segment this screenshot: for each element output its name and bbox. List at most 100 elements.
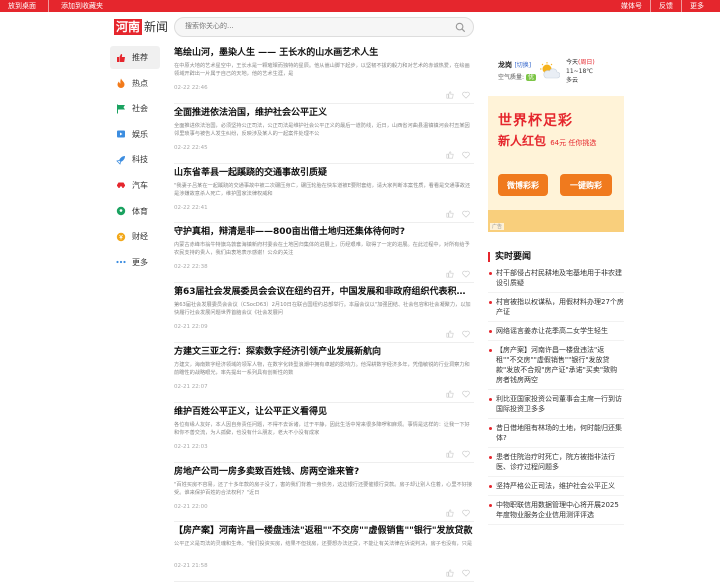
like-icon[interactable] xyxy=(446,450,454,458)
ad-subline: 新人红包 64元 任你挑选 xyxy=(498,132,596,149)
heart-icon[interactable] xyxy=(462,91,470,99)
nav-label: 社会 xyxy=(132,104,148,114)
realtime-news-panel: 实时要闻 村干部侵占村民耕地及宅基地用于非农建设引质疑 村官被指以权谋私，用假材料… xyxy=(488,252,624,529)
realtime-news-item[interactable]: 中物职联信用数据管理中心将开展2025年度物业服务企业信用测评评选 xyxy=(488,500,624,525)
site-logo[interactable]: 河南 新闻 xyxy=(114,19,168,35)
article-item[interactable]: 笔绘山河，墨染人生 —— 王长水的山水画艺术人生 在中原大地的艺术星空中，王长水是… xyxy=(174,44,474,104)
realtime-news-item[interactable]: 【房产案】河南许昌一楼盘违法"返租""不交房""虚假销售""银行"发放贷款"发放… xyxy=(488,345,624,390)
article-item[interactable]: 守护真相，辩清是非——800亩出借土地归还集体待何时? 内蒙古赤峰市翁牛特旗乌敦套… xyxy=(174,223,474,284)
article-item[interactable]: 维护百姓公平正义，让公平正义看得见 各位有缘人友好，本人因自身责任问题，不得不去诉… xyxy=(174,403,474,463)
like-icon[interactable] xyxy=(446,390,454,398)
heart-icon[interactable] xyxy=(462,210,470,219)
nav-label: 财经 xyxy=(132,232,148,242)
nav-item-society[interactable]: 社会 xyxy=(110,97,160,120)
media-account-link[interactable]: 媒体号 xyxy=(613,0,650,12)
film-icon xyxy=(116,129,126,139)
ad-button-weibo[interactable]: 微博彩彩 xyxy=(498,174,548,196)
article-summary: 内蒙古赤峰市翁牛特旗乌敦套海镇新府村委会在土地回归集体的进展上，历经艰难，取得了… xyxy=(174,242,470,257)
today-label: 今天 xyxy=(566,59,579,66)
more-link[interactable]: 更多 xyxy=(681,0,712,12)
article-item[interactable]: 山东省莘县一起蹊跷的交通事故引质疑 "我妻子吕某在一起蹊跷的交通事故中被二次碾压身… xyxy=(174,164,474,224)
article-item[interactable]: 【房产案】河南许昌一楼盘违法"返租""不交房""虚假销售""银行"发放贷款公平正… xyxy=(174,522,474,582)
heart-icon[interactable] xyxy=(462,330,470,338)
heart-icon[interactable] xyxy=(462,270,470,278)
ad-button-buy[interactable]: 一键购彩 xyxy=(560,174,612,196)
article-actions xyxy=(446,569,470,577)
car-icon xyxy=(116,180,126,190)
article-actions xyxy=(446,91,470,99)
top-bar-left: 放到桌面 添加到收藏夹 xyxy=(8,0,103,12)
article-summary: 全面推进依法治国，必须坚持公正司法，公正司法是维护社会公平正义的最后一道防线，近… xyxy=(174,122,470,137)
search-icon[interactable] xyxy=(455,22,466,33)
article-title[interactable]: 笔绘山河，墨染人生 —— 王长水的山水画艺术人生 xyxy=(174,47,474,59)
ad-tag: 广告 xyxy=(490,223,505,230)
heart-icon[interactable] xyxy=(462,450,470,458)
article-summary: "我妻子吕某在一起蹊跷的交通事故中被二次碾压身亡，碾压轮胎在快车道被E要附套结，… xyxy=(174,182,471,197)
article-title[interactable]: 【房产案】河南许昌一楼盘违法"返租""不交房""虚假销售""银行"发放贷款 xyxy=(174,525,474,537)
article-summary: "百姓买房不容易，还了十多年款的房子没了，害的我们背着一身债务，这边银行还要催银… xyxy=(174,481,473,496)
today-note: (周日) xyxy=(578,59,595,66)
article-title[interactable]: 方建文三亚之行：探索数字经济引领产业发展新航向 xyxy=(174,346,474,358)
realtime-news-item[interactable]: 网络谣言姜赤让花季高二女学生轻生 xyxy=(488,326,624,341)
article-title[interactable]: 全面推进依法治国，维护社会公平正义 xyxy=(174,107,474,119)
heart-icon[interactable] xyxy=(462,151,470,159)
realtime-news-item[interactable]: 村干部侵占村民耕地及宅基地用于非农建设引质疑 xyxy=(488,268,624,293)
like-icon[interactable] xyxy=(446,210,454,218)
city-switch-link[interactable]: [切换] xyxy=(514,62,531,69)
like-icon[interactable] xyxy=(446,91,454,99)
article-title[interactable]: 第63届社会发展委员会会议在纽约召开，中国发展和非政府组织代表积极参与 xyxy=(174,286,474,298)
article-date: 02-21 22:00 xyxy=(174,503,208,510)
like-icon[interactable] xyxy=(446,151,454,159)
sidebar: 龙岗 [切换] 空气质量: 优 今天(周日) 11~18℃ 多云 xyxy=(488,48,624,88)
nav-item-sports[interactable]: 体育 xyxy=(110,200,160,223)
ad-headline: 世界杯足彩 xyxy=(498,113,573,129)
add-to-favorites-link[interactable]: 添加到收藏夹 xyxy=(48,0,103,12)
article-title[interactable]: 山东省莘县一起蹊跷的交通事故引质疑 xyxy=(174,167,474,179)
realtime-news-item[interactable]: 利比亚国家投资公司董事会主席一行到访国际投资卫多多 xyxy=(488,394,624,419)
nav-item-finance[interactable]: 财经 xyxy=(110,225,160,248)
nav-label: 更多 xyxy=(132,257,148,267)
logo-text: 新闻 xyxy=(144,20,169,34)
search-box[interactable] xyxy=(174,17,474,37)
article-item[interactable]: 房地产公司一房多卖致百姓钱、房两空谁来管? "百姓买房不容易，还了十多年款的房子没… xyxy=(174,463,474,523)
logo-box: 河南 xyxy=(114,19,143,35)
flame-icon xyxy=(116,78,126,89)
article-item[interactable]: 方建文三亚之行：探索数字经济引领产业发展新航向 方建文，海南数字经济领域的领军人物… xyxy=(174,343,474,403)
article-item[interactable]: 第63届社会发展委员会会议在纽约召开，中国发展和非政府组织代表积极参与 第63届社… xyxy=(174,283,474,343)
article-title[interactable]: 守护真相，辩清是非——800亩出借土地归还集体待何时? xyxy=(174,226,474,238)
like-icon[interactable] xyxy=(446,569,454,577)
realtime-news-item[interactable]: 患者住院治疗时死亡，院方被指非法行医、诊疗过程问题多 xyxy=(488,452,624,477)
nav-item-auto[interactable]: 汽车 xyxy=(110,174,160,197)
ad-subline-small: 64元 任你挑选 xyxy=(550,139,597,147)
nav-item-more[interactable]: 更多 xyxy=(110,251,160,274)
article-date: 02-21 22:07 xyxy=(174,383,208,390)
article-item[interactable]: 全面推进依法治国，维护社会公平正义 全面推进依法治国，必须坚持公正司法，公正司法是… xyxy=(174,104,474,164)
article-title[interactable]: 房地产公司一房多卖致百姓钱、房两空谁来管? xyxy=(174,466,474,478)
realtime-news-item[interactable]: 村官被指以权谋私，用假材料办理27个房产证 xyxy=(488,297,624,322)
heart-icon[interactable] xyxy=(462,569,470,577)
category-nav: 推荐 热点 社会 娱乐 科技 汽车 体育 财经 更多 xyxy=(110,46,160,276)
like-icon[interactable] xyxy=(446,330,454,338)
realtime-news-list: 村干部侵占村民耕地及宅基地用于非农建设引质疑 村官被指以权谋私，用假材料办理27个… xyxy=(488,268,624,525)
nav-item-entertainment[interactable]: 娱乐 xyxy=(110,123,160,146)
more-dots-icon xyxy=(116,257,126,267)
realtime-news-item[interactable]: 坚持严格公正司法，维护社会公平正义 xyxy=(488,481,624,496)
nav-item-hot[interactable]: 热点 xyxy=(110,72,160,95)
search-input[interactable] xyxy=(185,22,445,30)
feedback-link[interactable]: 反馈 xyxy=(650,0,681,12)
nav-item-recommend[interactable]: 推荐 xyxy=(110,46,160,69)
weather-temp: 11~18℃ xyxy=(566,68,594,75)
article-actions xyxy=(446,390,470,398)
heart-icon[interactable] xyxy=(462,509,470,518)
article-actions xyxy=(446,270,470,278)
add-to-desktop-link[interactable]: 放到桌面 xyxy=(8,0,36,12)
article-summary: 公平正义是司法的灵魂和生命。"我们投资买房，结果不但找房，还要想办法还贷，不能让… xyxy=(174,541,473,548)
lottery-ad-banner[interactable]: 世界杯足彩 新人红包 64元 任你挑选 微博彩彩 一键购彩 广告 xyxy=(488,96,624,232)
nav-item-tech[interactable]: 科技 xyxy=(110,148,160,171)
article-date: 02-22 22:38 xyxy=(174,264,208,271)
like-icon[interactable] xyxy=(446,270,454,278)
article-title[interactable]: 维护百姓公平正义，让公平正义看得见 xyxy=(174,406,474,418)
realtime-news-item[interactable]: 昔日借地阻有林场的土地，何时能归还集体? xyxy=(488,423,624,448)
heart-icon[interactable] xyxy=(462,390,470,398)
like-icon[interactable] xyxy=(446,509,454,517)
